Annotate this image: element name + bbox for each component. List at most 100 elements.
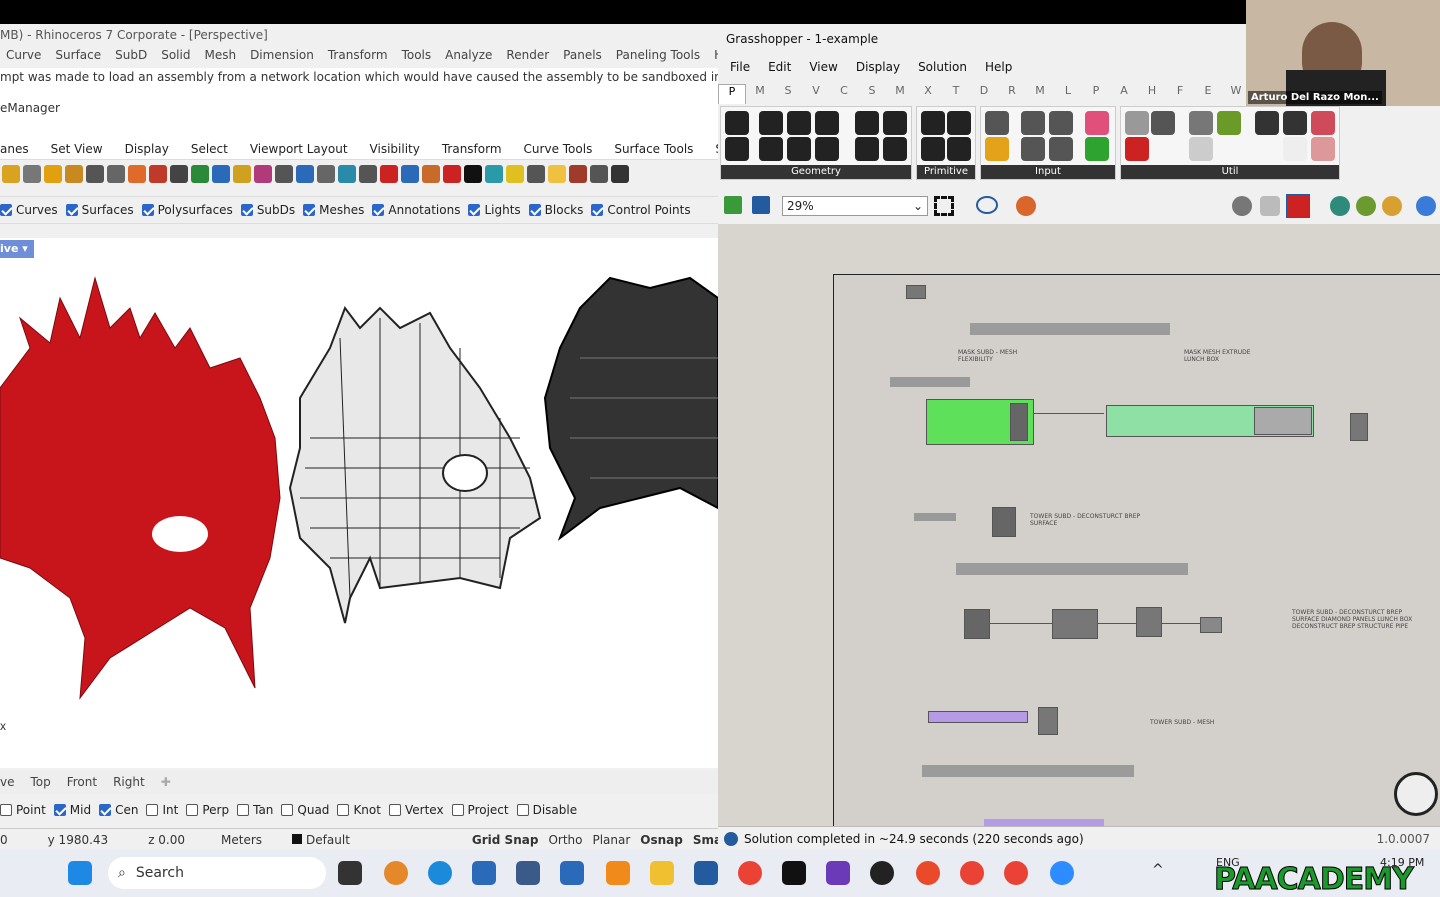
rhino-tool-icon[interactable] <box>590 165 608 183</box>
rhino-tool-icon[interactable] <box>191 165 209 183</box>
rhino-tool-icon[interactable] <box>2 165 20 183</box>
rhino-tool-icon[interactable] <box>380 165 398 183</box>
filter-polysurfaces[interactable]: Polysurfaces <box>141 203 233 217</box>
revit-icon[interactable] <box>694 861 718 885</box>
osnap-quad[interactable]: Quad <box>281 803 329 817</box>
gh-component[interactable] <box>1010 403 1028 441</box>
primitive-param-icon[interactable] <box>947 137 971 161</box>
rhino-tool-icon[interactable] <box>485 165 503 183</box>
rhino-tool-icon[interactable] <box>527 165 545 183</box>
save-file-icon[interactable] <box>752 196 770 214</box>
gh-component[interactable] <box>992 507 1016 537</box>
menu-item-tools[interactable]: Tools <box>396 46 440 66</box>
taskbar-search[interactable]: ⌕ Search <box>108 857 326 889</box>
gh-component[interactable] <box>1200 617 1222 633</box>
rhino-tool-icon[interactable] <box>569 165 587 183</box>
app-icon[interactable] <box>560 861 584 885</box>
red-mask-model[interactable] <box>0 276 281 700</box>
gh-tab[interactable]: S <box>858 84 886 104</box>
viewport-tab[interactable]: Right <box>113 775 145 789</box>
rhino-tool-icon[interactable] <box>296 165 314 183</box>
rhino-tool-icon[interactable] <box>149 165 167 183</box>
checkbox[interactable] <box>591 204 604 216</box>
gh-tab[interactable]: R <box>998 84 1026 104</box>
gh-menu-item[interactable]: Solution <box>918 60 967 80</box>
menu-item-help[interactable]: Help <box>708 46 718 66</box>
rhino-tool-icon[interactable] <box>317 165 335 183</box>
geometry-param-icon[interactable] <box>855 137 879 161</box>
input-param-icon[interactable] <box>1049 111 1073 135</box>
viewport-tab[interactable]: Top <box>30 775 50 789</box>
open-file-icon[interactable] <box>724 196 742 214</box>
status-toggle[interactable]: SmartTrac <box>693 833 718 847</box>
rhino-tool-icon[interactable] <box>359 165 377 183</box>
task-view-icon[interactable] <box>338 861 362 885</box>
gh-component[interactable] <box>1254 407 1312 435</box>
osnap-disable[interactable]: Disable <box>516 803 577 817</box>
osnap-knot[interactable]: Knot <box>337 803 381 817</box>
filter-surfaces[interactable]: Surfaces <box>65 203 134 217</box>
rhino-tool-icon[interactable] <box>506 165 524 183</box>
toolbar-tab[interactable]: Transform <box>442 142 512 162</box>
gh-tab[interactable]: V <box>802 84 830 104</box>
preview-eye-icon[interactable] <box>976 196 998 214</box>
input-param-icon[interactable] <box>1049 137 1073 161</box>
input-param-icon[interactable] <box>1085 111 1109 135</box>
status-toggle[interactable]: Grid Snap <box>472 833 539 847</box>
menu-item-surface[interactable]: Surface <box>49 46 109 66</box>
util-param-icon[interactable] <box>1283 137 1307 161</box>
geometry-param-icon[interactable] <box>883 137 907 161</box>
filter-blocks[interactable]: Blocks <box>528 203 583 217</box>
display-mode-icon[interactable] <box>1356 196 1376 216</box>
chrome-icon[interactable] <box>1004 861 1028 885</box>
geometry-param-icon[interactable] <box>787 111 811 135</box>
gh-group-purple[interactable] <box>928 711 1028 723</box>
osnap-int[interactable]: Int <box>146 803 178 817</box>
gh-component[interactable] <box>890 377 970 387</box>
menu-item-panels[interactable]: Panels <box>557 46 610 66</box>
display-mode-icon[interactable] <box>1330 196 1350 216</box>
osnap-mid[interactable]: Mid <box>53 803 91 817</box>
menu-item-transform[interactable]: Transform <box>322 46 396 66</box>
util-param-icon[interactable] <box>1311 137 1335 161</box>
gh-tab[interactable]: D <box>970 84 998 104</box>
rhino-tool-icon[interactable] <box>254 165 272 183</box>
gh-component[interactable] <box>906 285 926 299</box>
media-player-icon[interactable] <box>870 861 894 885</box>
gh-tab[interactable]: M <box>746 84 774 104</box>
rhino-tool-icon[interactable] <box>548 165 566 183</box>
util-param-icon[interactable] <box>1151 111 1175 135</box>
menu-item-dimension[interactable]: Dimension <box>244 46 322 66</box>
gh-tab[interactable]: X <box>914 84 942 104</box>
primitive-param-icon[interactable] <box>921 111 945 135</box>
checkbox[interactable] <box>53 804 66 816</box>
gh-menu-item[interactable]: Help <box>985 60 1012 80</box>
gh-tab[interactable]: M <box>1026 84 1054 104</box>
zoom-dropdown[interactable]: 29% ⌄ <box>782 196 928 216</box>
checkbox[interactable] <box>451 804 464 816</box>
checkbox[interactable] <box>0 804 12 816</box>
osnap-point[interactable]: Point <box>0 803 46 817</box>
app-icon[interactable] <box>826 861 850 885</box>
geometry-param-icon[interactable] <box>855 111 879 135</box>
gh-menu-item[interactable]: Display <box>856 60 900 80</box>
toolbar-tab[interactable]: Set View <box>51 142 113 162</box>
app-icon[interactable] <box>606 861 630 885</box>
zoom-extents-icon[interactable] <box>934 196 954 216</box>
geometry-param-icon[interactable] <box>815 111 839 135</box>
app-icon[interactable] <box>516 861 540 885</box>
rhino-tool-icon[interactable] <box>464 165 482 183</box>
checkbox[interactable] <box>337 804 350 816</box>
util-param-icon[interactable] <box>1189 137 1213 161</box>
gh-navigation-dial-icon[interactable] <box>1394 772 1438 816</box>
toolbar-tab[interactable]: Display <box>125 142 179 162</box>
file-explorer-icon[interactable] <box>650 861 674 885</box>
chevron-up-icon[interactable]: ^ <box>1152 862 1164 878</box>
input-param-icon[interactable] <box>985 111 1009 135</box>
menu-item-subd[interactable]: SubD <box>109 46 155 66</box>
gh-component[interactable] <box>1136 607 1162 637</box>
geometry-param-icon[interactable] <box>759 137 783 161</box>
chrome-icon[interactable] <box>738 861 762 885</box>
checkbox[interactable] <box>0 204 12 216</box>
gh-component[interactable] <box>914 513 956 521</box>
